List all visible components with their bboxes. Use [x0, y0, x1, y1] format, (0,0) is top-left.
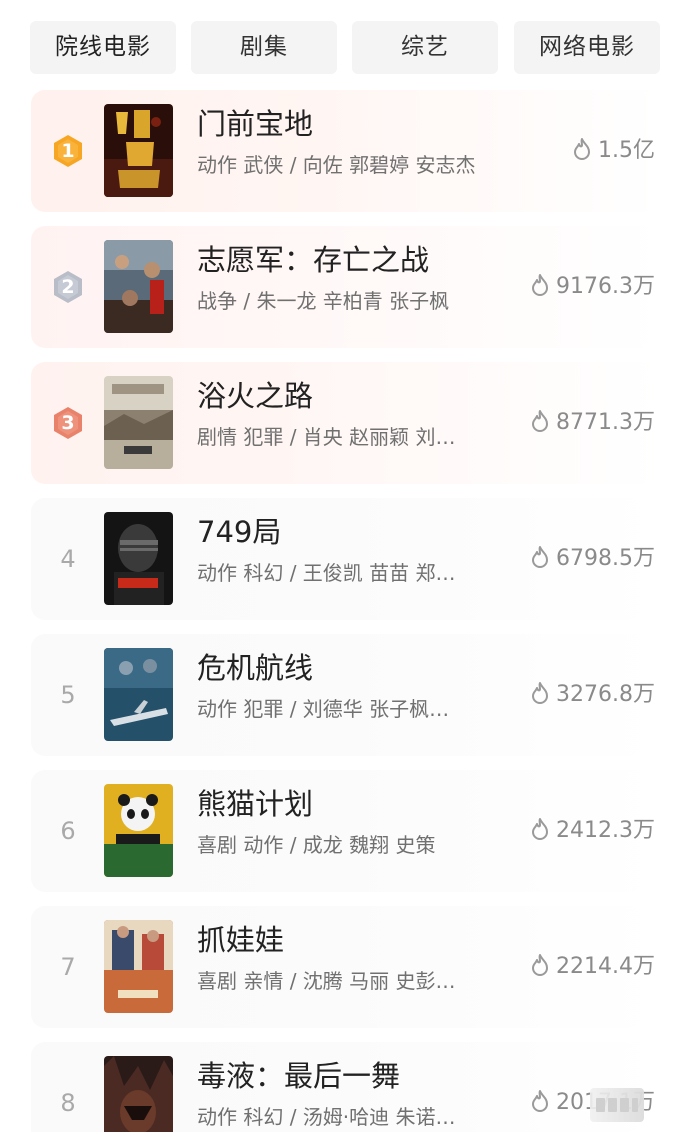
movie-poster	[104, 376, 173, 469]
movie-poster	[104, 512, 173, 605]
movie-meta: 剧情 犯罪 / 肖央 赵丽颖 刘…	[197, 425, 456, 449]
movie-poster	[104, 1056, 173, 1132]
movie-meta: 动作 武侠 / 向佐 郭碧婷 安志杰	[197, 153, 476, 177]
movie-poster	[104, 920, 173, 1013]
silver-medal-icon: 2	[51, 270, 85, 304]
ranking-item[interactable]: 5 危机航线 动作 犯罪 / 刘德华 张子枫… 3276.8万	[31, 634, 661, 756]
heat-score: 2214.4万	[495, 950, 655, 984]
heat-value: 1.5亿	[598, 138, 655, 163]
heat-score: 6798.5万	[495, 542, 655, 576]
flame-icon	[530, 953, 550, 977]
heat-value: 6798.5万	[556, 546, 655, 571]
ranking-item[interactable]: 3 浴火之路 剧情 犯罪 / 肖央 赵丽颖 刘… 8771.3万	[31, 362, 661, 484]
watermark-icon	[590, 1088, 644, 1122]
heat-score: 1.5亿	[495, 134, 655, 168]
flame-icon	[530, 817, 550, 841]
movie-meta: 战争 / 朱一龙 辛柏青 张子枫	[197, 289, 450, 313]
movie-meta: 喜剧 亲情 / 沈腾 马丽 史彭…	[197, 969, 456, 993]
flame-icon	[530, 681, 550, 705]
movie-title[interactable]: 危机航线	[197, 648, 497, 688]
heat-value: 8771.3万	[556, 410, 655, 435]
movie-meta: 喜剧 动作 / 成龙 魏翔 史策	[197, 833, 436, 857]
movie-meta: 动作 科幻 / 汤姆·哈迪 朱诺…	[197, 1105, 456, 1129]
movie-title[interactable]: 门前宝地	[197, 104, 497, 144]
movie-title[interactable]: 志愿军：存亡之战	[197, 240, 497, 280]
movie-meta: 动作 犯罪 / 刘德华 张子枫…	[197, 697, 450, 721]
ranking-item[interactable]: 1 门前宝地 动作 武侠 / 向佐 郭碧婷 安志杰 1.5亿	[31, 90, 661, 212]
movie-poster	[104, 648, 173, 741]
ranking-item[interactable]: 2 志愿军：存亡之战 战争 / 朱一龙 辛柏青 张子枫 9176.3万	[31, 226, 661, 348]
flame-icon	[530, 409, 550, 433]
movie-poster	[104, 104, 173, 197]
heat-score: 2412.3万	[495, 814, 655, 848]
ranking-item[interactable]: 6 熊猫计划 喜剧 动作 / 成龙 魏翔 史策 2412.3万	[31, 770, 661, 892]
ranking-item[interactable]: 4 749局 动作 科幻 / 王俊凯 苗苗 郑… 6798.5万	[31, 498, 661, 620]
movie-title[interactable]: 毒液：最后一舞	[197, 1056, 497, 1096]
rank-number: 4	[60, 545, 76, 573]
flame-icon	[572, 137, 592, 161]
movie-title[interactable]: 749局	[197, 512, 497, 552]
bronze-medal-icon: 3	[51, 406, 85, 440]
rank-number: 7	[60, 953, 76, 981]
rank-number: 8	[60, 1089, 76, 1117]
heat-value: 3276.8万	[556, 682, 655, 707]
heat-score: 3276.8万	[495, 678, 655, 712]
movie-ranking-page: 院线电影 剧集 综艺 网络电影 1 门前宝地 动作 武侠 / 向佐 郭碧婷 安志…	[0, 0, 690, 1132]
heat-score: 8771.3万	[495, 406, 655, 440]
gold-medal-icon: 1	[51, 134, 85, 168]
heat-value: 9176.3万	[556, 274, 655, 299]
heat-value: 2214.4万	[556, 954, 655, 979]
ranking-item[interactable]: 8 毒液：最后一舞 动作 科幻 / 汤姆·哈迪 朱诺… 2017.1万	[31, 1042, 661, 1132]
ranking-item[interactable]: 7 抓娃娃 喜剧 亲情 / 沈腾 马丽 史彭… 2214.4万	[31, 906, 661, 1028]
movie-poster	[104, 784, 173, 877]
movie-title[interactable]: 熊猫计划	[197, 784, 497, 824]
movie-title[interactable]: 浴火之路	[197, 376, 497, 416]
rank-number: 5	[60, 681, 76, 709]
flame-icon	[530, 273, 550, 297]
flame-icon	[530, 545, 550, 569]
heat-score: 9176.3万	[495, 270, 655, 304]
movie-poster	[104, 240, 173, 333]
ranking-list: 1 门前宝地 动作 武侠 / 向佐 郭碧婷 安志杰 1.5亿 2 志愿军：存亡之…	[0, 0, 690, 1132]
rank-number: 6	[60, 817, 76, 845]
movie-title[interactable]: 抓娃娃	[197, 920, 497, 960]
flame-icon	[530, 1089, 550, 1113]
heat-value: 2412.3万	[556, 818, 655, 843]
movie-meta: 动作 科幻 / 王俊凯 苗苗 郑…	[197, 561, 456, 585]
